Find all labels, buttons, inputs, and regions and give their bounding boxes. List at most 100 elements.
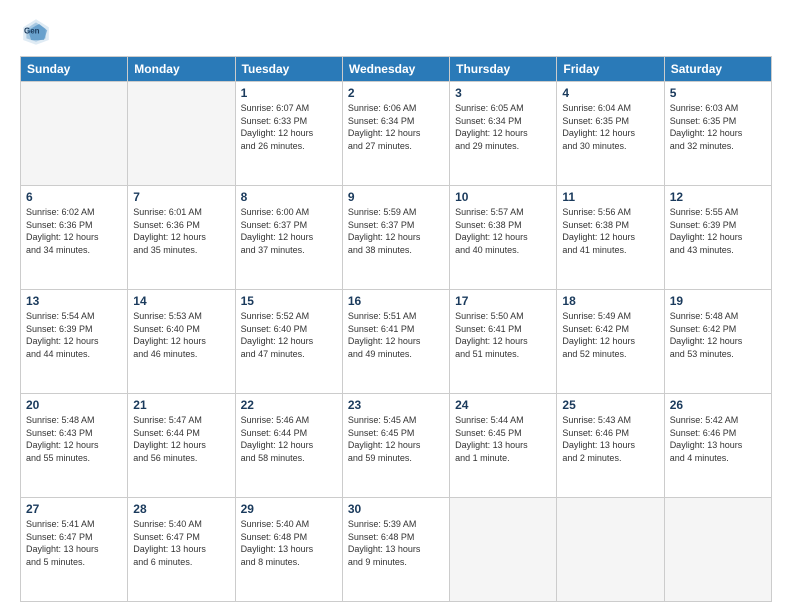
day-info: Sunrise: 5:50 AM Sunset: 6:41 PM Dayligh… bbox=[455, 310, 551, 360]
calendar-cell: 24Sunrise: 5:44 AM Sunset: 6:45 PM Dayli… bbox=[450, 394, 557, 498]
day-number: 26 bbox=[670, 398, 766, 412]
day-number: 23 bbox=[348, 398, 444, 412]
day-info: Sunrise: 5:44 AM Sunset: 6:45 PM Dayligh… bbox=[455, 414, 551, 464]
calendar-cell: 2Sunrise: 6:06 AM Sunset: 6:34 PM Daylig… bbox=[342, 82, 449, 186]
day-info: Sunrise: 6:05 AM Sunset: 6:34 PM Dayligh… bbox=[455, 102, 551, 152]
calendar-week-3: 13 Sunrise: 5:54 AM Sunset: 6:39 PM Dayli… bbox=[21, 290, 772, 394]
day-number: 27 bbox=[26, 502, 122, 516]
day-number: 10 bbox=[455, 190, 551, 204]
calendar-cell: 15 Sunrise: 5:52 AM Sunset: 6:40 PM Dayli… bbox=[235, 290, 342, 394]
col-friday: Friday bbox=[557, 57, 664, 82]
calendar-cell bbox=[664, 498, 771, 602]
col-saturday: Saturday bbox=[664, 57, 771, 82]
calendar-week-2: 6 Sunrise: 6:02 AM Sunset: 6:36 PM Daylig… bbox=[21, 186, 772, 290]
col-thursday: Thursday bbox=[450, 57, 557, 82]
day-info: Sunrise: 5:48 AM Sunset: 6:43 PM Dayligh… bbox=[26, 414, 122, 464]
calendar-cell: 3 Sunrise: 6:05 AM Sunset: 6:34 PM Daylig… bbox=[450, 82, 557, 186]
calendar-cell bbox=[450, 498, 557, 602]
day-info: Sunrise: 5:48 AM Sunset: 6:42 PM Dayligh… bbox=[670, 310, 766, 360]
day-number: 30 bbox=[348, 502, 444, 516]
calendar-cell: 4Sunrise: 6:04 AM Sunset: 6:35 PM Daylig… bbox=[557, 82, 664, 186]
day-info: Sunrise: 5:54 AM Sunset: 6:39 PM Dayligh… bbox=[26, 310, 122, 360]
col-monday: Monday bbox=[128, 57, 235, 82]
day-number: 5 bbox=[670, 86, 766, 100]
day-info: Sunrise: 5:57 AM Sunset: 6:38 PM Dayligh… bbox=[455, 206, 551, 256]
logo: Gen bbox=[20, 16, 56, 48]
calendar-cell: 28 Sunrise: 5:40 AM Sunset: 6:47 PM Dayli… bbox=[128, 498, 235, 602]
day-number: 8 bbox=[241, 190, 337, 204]
calendar-week-5: 27 Sunrise: 5:41 AM Sunset: 6:47 PM Dayli… bbox=[21, 498, 772, 602]
day-info: Sunrise: 5:52 AM Sunset: 6:40 PM Dayligh… bbox=[241, 310, 337, 360]
day-number: 12 bbox=[670, 190, 766, 204]
calendar: Sunday Monday Tuesday Wednesday Thursday… bbox=[20, 56, 772, 602]
calendar-cell: 26 Sunrise: 5:42 AM Sunset: 6:46 PM Dayli… bbox=[664, 394, 771, 498]
calendar-cell: 8 Sunrise: 6:00 AM Sunset: 6:37 PM Daylig… bbox=[235, 186, 342, 290]
day-number: 18 bbox=[562, 294, 658, 308]
calendar-cell bbox=[557, 498, 664, 602]
calendar-header-row: Sunday Monday Tuesday Wednesday Thursday… bbox=[21, 57, 772, 82]
calendar-cell: 6 Sunrise: 6:02 AM Sunset: 6:36 PM Daylig… bbox=[21, 186, 128, 290]
calendar-cell: 7 Sunrise: 6:01 AM Sunset: 6:36 PM Daylig… bbox=[128, 186, 235, 290]
day-number: 29 bbox=[241, 502, 337, 516]
day-info: Sunrise: 6:04 AM Sunset: 6:35 PM Dayligh… bbox=[562, 102, 658, 152]
day-number: 11 bbox=[562, 190, 658, 204]
day-info: Sunrise: 5:40 AM Sunset: 6:47 PM Dayligh… bbox=[133, 518, 229, 568]
calendar-cell: 1 Sunrise: 6:07 AM Sunset: 6:33 PM Daylig… bbox=[235, 82, 342, 186]
day-info: Sunrise: 5:42 AM Sunset: 6:46 PM Dayligh… bbox=[670, 414, 766, 464]
day-info: Sunrise: 5:40 AM Sunset: 6:48 PM Dayligh… bbox=[241, 518, 337, 568]
day-number: 9 bbox=[348, 190, 444, 204]
day-info: Sunrise: 5:53 AM Sunset: 6:40 PM Dayligh… bbox=[133, 310, 229, 360]
calendar-cell: 16Sunrise: 5:51 AM Sunset: 6:41 PM Dayli… bbox=[342, 290, 449, 394]
calendar-cell: 20 Sunrise: 5:48 AM Sunset: 6:43 PM Dayli… bbox=[21, 394, 128, 498]
calendar-cell: 12Sunrise: 5:55 AM Sunset: 6:39 PM Dayli… bbox=[664, 186, 771, 290]
day-number: 6 bbox=[26, 190, 122, 204]
svg-text:Gen: Gen bbox=[24, 27, 40, 36]
calendar-cell: 11 Sunrise: 5:56 AM Sunset: 6:38 PM Dayli… bbox=[557, 186, 664, 290]
day-info: Sunrise: 5:49 AM Sunset: 6:42 PM Dayligh… bbox=[562, 310, 658, 360]
day-info: Sunrise: 5:39 AM Sunset: 6:48 PM Dayligh… bbox=[348, 518, 444, 568]
calendar-cell: 5Sunrise: 6:03 AM Sunset: 6:35 PM Daylig… bbox=[664, 82, 771, 186]
calendar-cell: 19 Sunrise: 5:48 AM Sunset: 6:42 PM Dayli… bbox=[664, 290, 771, 394]
day-info: Sunrise: 5:59 AM Sunset: 6:37 PM Dayligh… bbox=[348, 206, 444, 256]
day-number: 2 bbox=[348, 86, 444, 100]
day-number: 15 bbox=[241, 294, 337, 308]
calendar-cell: 17 Sunrise: 5:50 AM Sunset: 6:41 PM Dayli… bbox=[450, 290, 557, 394]
calendar-cell: 29 Sunrise: 5:40 AM Sunset: 6:48 PM Dayli… bbox=[235, 498, 342, 602]
day-number: 17 bbox=[455, 294, 551, 308]
calendar-body: 1 Sunrise: 6:07 AM Sunset: 6:33 PM Daylig… bbox=[21, 82, 772, 602]
day-info: Sunrise: 5:46 AM Sunset: 6:44 PM Dayligh… bbox=[241, 414, 337, 464]
calendar-cell bbox=[21, 82, 128, 186]
day-number: 20 bbox=[26, 398, 122, 412]
calendar-cell: 22 Sunrise: 5:46 AM Sunset: 6:44 PM Dayli… bbox=[235, 394, 342, 498]
page: Gen Sunday Monday Tuesday Wednesday Thur… bbox=[0, 0, 792, 612]
day-info: Sunrise: 6:07 AM Sunset: 6:33 PM Dayligh… bbox=[241, 102, 337, 152]
day-info: Sunrise: 5:56 AM Sunset: 6:38 PM Dayligh… bbox=[562, 206, 658, 256]
calendar-cell: 13 Sunrise: 5:54 AM Sunset: 6:39 PM Dayli… bbox=[21, 290, 128, 394]
day-info: Sunrise: 5:45 AM Sunset: 6:45 PM Dayligh… bbox=[348, 414, 444, 464]
calendar-cell: 10 Sunrise: 5:57 AM Sunset: 6:38 PM Dayli… bbox=[450, 186, 557, 290]
day-number: 28 bbox=[133, 502, 229, 516]
day-info: Sunrise: 5:41 AM Sunset: 6:47 PM Dayligh… bbox=[26, 518, 122, 568]
calendar-cell: 9 Sunrise: 5:59 AM Sunset: 6:37 PM Daylig… bbox=[342, 186, 449, 290]
day-info: Sunrise: 6:01 AM Sunset: 6:36 PM Dayligh… bbox=[133, 206, 229, 256]
day-info: Sunrise: 6:00 AM Sunset: 6:37 PM Dayligh… bbox=[241, 206, 337, 256]
calendar-cell: 21Sunrise: 5:47 AM Sunset: 6:44 PM Dayli… bbox=[128, 394, 235, 498]
day-number: 1 bbox=[241, 86, 337, 100]
calendar-cell: 14 Sunrise: 5:53 AM Sunset: 6:40 PM Dayli… bbox=[128, 290, 235, 394]
day-info: Sunrise: 5:43 AM Sunset: 6:46 PM Dayligh… bbox=[562, 414, 658, 464]
col-wednesday: Wednesday bbox=[342, 57, 449, 82]
day-number: 7 bbox=[133, 190, 229, 204]
day-number: 3 bbox=[455, 86, 551, 100]
day-number: 22 bbox=[241, 398, 337, 412]
calendar-cell: 23 Sunrise: 5:45 AM Sunset: 6:45 PM Dayli… bbox=[342, 394, 449, 498]
calendar-cell: 25Sunrise: 5:43 AM Sunset: 6:46 PM Dayli… bbox=[557, 394, 664, 498]
day-info: Sunrise: 5:47 AM Sunset: 6:44 PM Dayligh… bbox=[133, 414, 229, 464]
header: Gen bbox=[20, 16, 772, 48]
day-number: 14 bbox=[133, 294, 229, 308]
day-number: 16 bbox=[348, 294, 444, 308]
day-number: 19 bbox=[670, 294, 766, 308]
calendar-cell: 18 Sunrise: 5:49 AM Sunset: 6:42 PM Dayli… bbox=[557, 290, 664, 394]
day-info: Sunrise: 6:02 AM Sunset: 6:36 PM Dayligh… bbox=[26, 206, 122, 256]
day-number: 13 bbox=[26, 294, 122, 308]
calendar-cell: 27 Sunrise: 5:41 AM Sunset: 6:47 PM Dayli… bbox=[21, 498, 128, 602]
